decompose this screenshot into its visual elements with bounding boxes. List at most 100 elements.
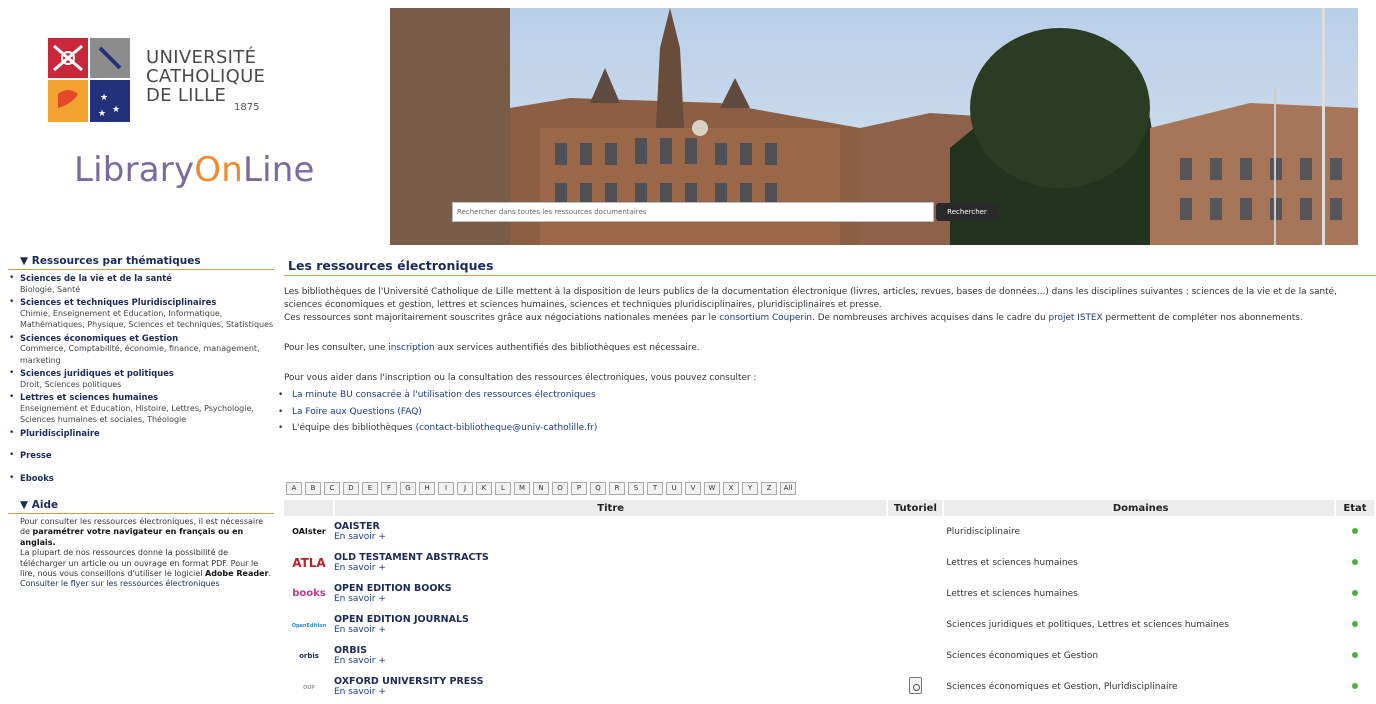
sidebar-heading-thematics[interactable]: ▼ Ressources par thématiques — [8, 255, 274, 270]
category-link[interactable]: Sciences de la vie et de la santé — [20, 273, 172, 283]
resource-logo[interactable]: books — [284, 578, 334, 609]
category-link[interactable]: Lettres et sciences humaines — [20, 392, 158, 402]
resource-logo[interactable]: OUP — [284, 671, 334, 702]
column-header-titre[interactable]: Titre — [333, 500, 889, 516]
help-list-text: L'équipe des bibliothèques — [292, 423, 416, 433]
learn-more-link[interactable]: En savoir + — [334, 532, 386, 542]
paragraph-text: . De nombreuses archives acquises dans l… — [812, 313, 1049, 323]
resource-logo[interactable]: orbis — [284, 640, 334, 671]
resource-title-link[interactable]: ORBIS — [334, 645, 887, 656]
tutorial-cell — [887, 547, 943, 578]
letter-filter-button[interactable]: O — [552, 482, 568, 495]
resource-logo[interactable]: OAIster — [284, 516, 334, 547]
flyer-link[interactable]: Consulter le flyer sur les ressources él… — [20, 579, 274, 589]
library-online-logo[interactable]: LibraryOnLine — [74, 150, 315, 190]
letter-filter-button[interactable]: F — [381, 482, 397, 495]
sidebar-heading-aide[interactable]: ▼ Aide — [8, 499, 274, 514]
letter-filter-button[interactable]: A — [286, 482, 302, 495]
letter-filter-button[interactable]: E — [362, 482, 378, 495]
status-cell — [1335, 516, 1375, 547]
letter-filter-button[interactable]: G — [400, 482, 416, 495]
faq-link[interactable]: La Foire aux Questions (FAQ) — [292, 407, 422, 417]
letter-filter-button[interactable]: H — [419, 482, 435, 495]
column-header-tutoriel[interactable]: Tutoriel — [887, 500, 945, 516]
learn-more-link[interactable]: En savoir + — [334, 625, 386, 635]
letter-filter-button[interactable]: Q — [590, 482, 606, 495]
help-list-item: L'équipe des bibliothèques (contact-bibl… — [278, 420, 1376, 437]
letter-filter-button[interactable]: B — [305, 482, 321, 495]
contact-email-link[interactable]: (contact-bibliotheque@univ-catholille.fr… — [416, 423, 598, 433]
letter-filter-button[interactable]: R — [609, 482, 625, 495]
category-link[interactable]: Sciences économiques et Gestion — [20, 333, 178, 343]
letter-filter-button[interactable]: Y — [742, 482, 758, 495]
brand-part-line: Line — [243, 150, 315, 190]
resource-logo[interactable]: OpenEdition — [284, 609, 334, 640]
category-subjects[interactable]: Commerce, Comptabilité, économie, financ… — [20, 344, 260, 365]
status-cell — [1335, 640, 1375, 671]
letter-filter-button[interactable]: P — [571, 482, 587, 495]
university-name: UNIVERSITÉ CATHOLIQUE DE LILLE — [146, 48, 265, 105]
letter-filter-button[interactable]: X — [723, 482, 739, 495]
access-paragraph: Pour les consulter, une inscription aux … — [284, 342, 1376, 355]
search-button[interactable]: Rechercher — [936, 203, 998, 221]
column-header-logo — [284, 500, 335, 516]
letter-filter-button[interactable]: N — [533, 482, 549, 495]
learn-more-link[interactable]: En savoir + — [334, 656, 386, 666]
couperin-link[interactable]: consortium Couperin — [719, 313, 812, 323]
category-subjects[interactable]: Chimie, Enseignement et Education, Infor… — [20, 309, 273, 330]
minute-bu-link[interactable]: La minute BU consacrée à l'utilisation d… — [292, 390, 596, 400]
letter-filter-button[interactable]: W — [704, 482, 720, 495]
letter-filter-button[interactable]: V — [685, 482, 701, 495]
letter-filter-button[interactable]: I — [438, 482, 454, 495]
letter-filter-button[interactable]: J — [457, 482, 473, 495]
resource-title-link[interactable]: OAISTER — [334, 521, 887, 532]
category-subjects[interactable]: Enseignement et Education, Histoire, Let… — [20, 404, 254, 425]
letter-filter-button[interactable]: K — [476, 482, 492, 495]
category-item: Presse — [8, 450, 274, 461]
atla-logo: ATLA — [292, 555, 326, 570]
category-item: Sciences de la vie et de la santé Biolog… — [8, 273, 274, 295]
letter-filter-button[interactable]: All — [780, 482, 796, 495]
letter-filter-button[interactable]: L — [495, 482, 511, 495]
help-link-list: La minute BU consacrée à l'utilisation d… — [278, 387, 1376, 437]
category-link[interactable]: Pluridisciplinaire — [20, 428, 100, 438]
resources-table: Titre Tutoriel Domaines Etat OAIster OAI… — [284, 500, 1376, 702]
istex-link[interactable]: projet ISTEX — [1048, 313, 1102, 323]
column-header-domaines[interactable]: Domaines — [943, 500, 1336, 516]
status-cell — [1335, 671, 1375, 702]
category-link[interactable]: Sciences et techniques Pluridisciplinair… — [20, 297, 216, 307]
letter-filter-button[interactable]: T — [647, 482, 663, 495]
resource-title-link[interactable]: OLD TESTAMENT ABSTRACTS — [334, 552, 887, 563]
letter-filter-button[interactable]: M — [514, 482, 530, 495]
resource-title-link[interactable]: OPEN EDITION BOOKS — [334, 583, 887, 594]
letter-filter-button[interactable]: S — [628, 482, 644, 495]
letter-filter-button[interactable]: U — [666, 482, 682, 495]
letter-filter-button[interactable]: D — [343, 482, 359, 495]
column-header-etat[interactable]: Etat — [1334, 500, 1376, 516]
category-link[interactable]: Presse — [20, 450, 52, 460]
status-available-icon — [1351, 651, 1358, 658]
resource-domains: Lettres et sciences humaines — [946, 557, 1078, 568]
university-name-line2: CATHOLIQUE — [146, 66, 266, 87]
inscription-link[interactable]: inscription — [388, 343, 434, 353]
table-row: OUP OXFORD UNIVERSITY PRESS En savoir + S… — [284, 671, 1375, 702]
category-subjects[interactable]: Droit, Sciences politiques — [20, 380, 121, 389]
category-item: Sciences juridiques et politiques Droit,… — [8, 368, 274, 390]
category-link[interactable]: Sciences juridiques et politiques — [20, 368, 174, 378]
category-link[interactable]: Ebooks — [20, 473, 54, 483]
search-input[interactable]: Rechercher dans toutes les ressources do… — [452, 202, 934, 222]
resource-title-link[interactable]: OXFORD UNIVERSITY PRESS — [334, 676, 887, 687]
resource-title-link[interactable]: OPEN EDITION JOURNALS — [334, 614, 887, 625]
category-subjects[interactable]: Biologie, Santé — [20, 285, 80, 294]
letter-filter-button[interactable]: Z — [761, 482, 777, 495]
tutorial-document-icon[interactable] — [908, 676, 922, 694]
learn-more-link[interactable]: En savoir + — [334, 687, 386, 697]
university-logo[interactable]: ★ ★ ★ UNIVERSITÉ CATHOLIQUE DE LILLE 187… — [44, 34, 274, 126]
resource-title-cell: OPEN EDITION JOURNALS En savoir + — [334, 609, 887, 640]
learn-more-link[interactable]: En savoir + — [334, 563, 386, 573]
learn-more-link[interactable]: En savoir + — [334, 594, 386, 604]
resource-logo[interactable]: ATLA — [284, 547, 334, 578]
category-item: Lettres et sciences humaines Enseignemen… — [8, 392, 274, 426]
help-paragraph: Pour vous aider dans l'inscription ou la… — [284, 373, 757, 383]
letter-filter-button[interactable]: C — [324, 482, 340, 495]
